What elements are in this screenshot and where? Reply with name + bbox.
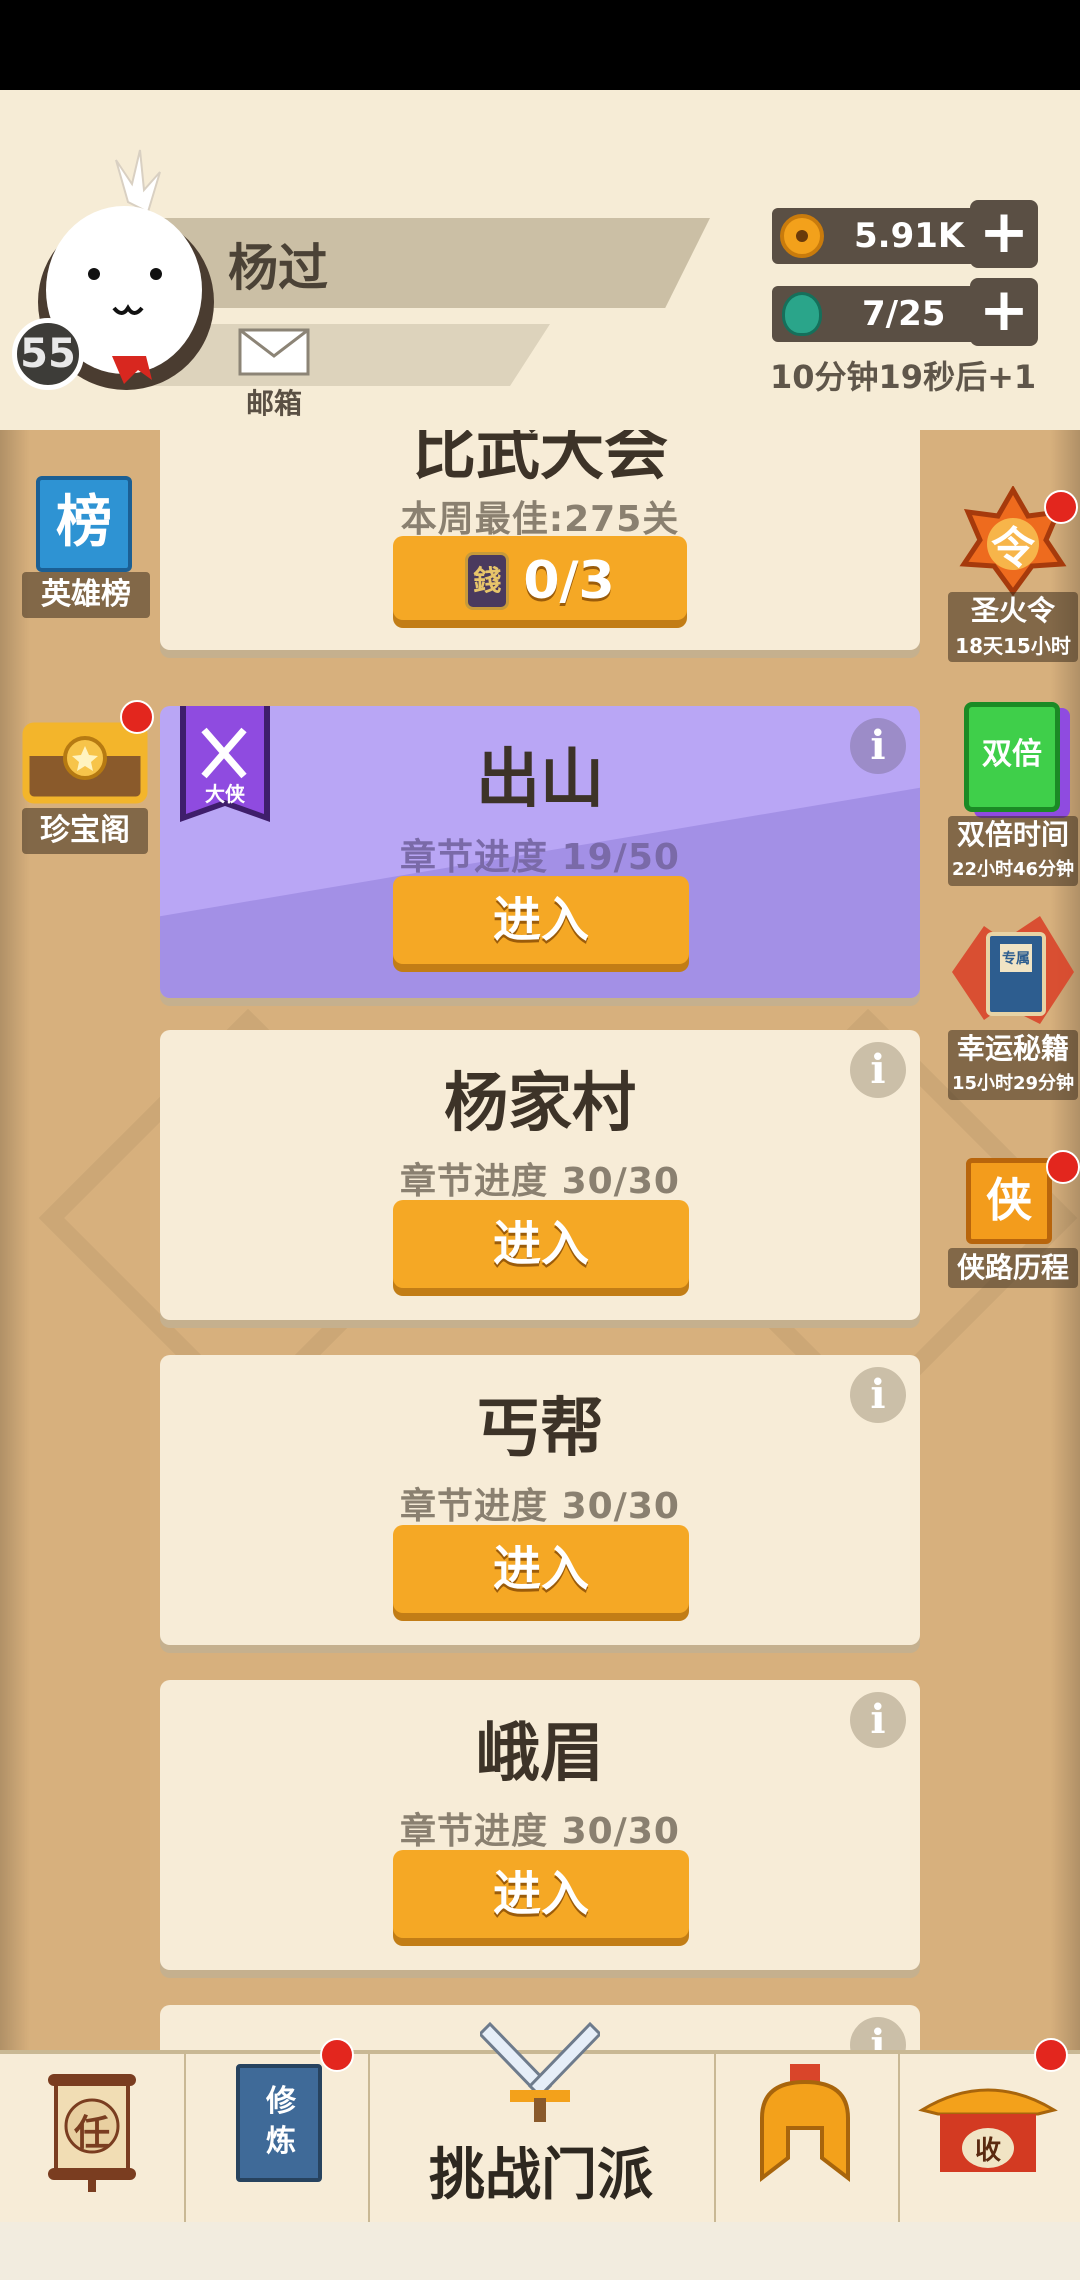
chapter-card: 大侠 出山 章节进度 19/50 进入 i [160,706,920,998]
info-icon[interactable]: i [850,1367,906,1423]
chapter-progress: 章节进度 19/50 [400,837,680,878]
tournament-card: 比武大会 本周最佳:275关 錢 0/3 [160,430,920,650]
envelope-icon [238,328,310,376]
level-value: 55 [20,331,76,377]
tournament-title: 比武大会 [412,430,668,489]
holy-fire-icon-char: 令 [991,523,1035,574]
add-coins-button[interactable]: + [970,200,1038,268]
bottom-nav: 任 修 炼 挑战门派 收 [0,2021,1080,2226]
lucky-book-button[interactable]: 专属 幸运秘籍 15小时29分钟 [946,912,1080,1102]
leaderboard-label: 英雄榜 [22,572,150,618]
cultivate-book-icon: 修 炼 [236,2064,322,2182]
enter-button[interactable]: 进入 [393,1525,689,1613]
crossed-swords-icon [480,2021,600,2122]
holy-fire-label: 圣火令 [948,592,1078,630]
chapter-title: 峨眉 [476,1717,604,1791]
notification-dot [1044,490,1078,524]
ticket-count: 0/3 [523,551,615,611]
double-time-timer: 22小时46分钟 [948,854,1078,886]
coin-value: 5.91K [854,216,965,256]
treasure-button[interactable]: 珍宝阁 [20,696,154,854]
tasks-icon-char: 任 [73,2113,110,2154]
ticket-icon: 錢 [465,552,510,610]
left-shadow [0,430,30,2050]
ticket-char: 錢 [473,564,502,597]
header: 杨过 55 邮箱 5.91K + 7/25 + 10分钟19秒后+1 [0,90,1080,430]
chapter-title: 出山 [476,743,604,817]
tournament-best: 本周最佳:275关 [400,499,680,540]
challenge-label: 挑战门派 [429,2143,653,2208]
info-icon[interactable]: i [850,2017,906,2050]
holy-fire-button[interactable]: 令 圣火令 18天15小时 [946,486,1080,666]
notification-dot [320,2038,354,2072]
tournament-button[interactable]: 錢 0/3 [393,536,687,620]
cultivate-char-1: 修 [266,2084,296,2119]
stamina-timer: 10分钟19秒后+1 [770,358,1037,396]
chapter-progress: 章节进度 30/30 [400,1811,680,1852]
coin-bar: 5.91K [772,208,986,264]
notification-dot [1046,1150,1080,1184]
mail-button[interactable]: 邮箱 [236,326,312,420]
hero-path-button[interactable]: 侠 侠路历程 [946,1130,1080,1290]
chapter-list-area[interactable]: 比武大会 本周最佳:275关 錢 0/3 大侠 出山 章节进度 19/50 进入 … [0,430,1080,2050]
double-time-button[interactable]: 双倍 双倍时间 22小时46分钟 [946,698,1080,886]
coin-icon [780,214,824,258]
chapter-progress: 章节进度 30/30 [400,1486,680,1527]
stamina-icon [782,292,822,336]
double-time-label: 双倍时间 [948,816,1078,854]
info-icon[interactable]: i [850,718,906,774]
leaderboard-icon-char: 榜 [56,490,112,555]
hero-path-icon-char: 侠 [986,1173,1032,1227]
lucky-book-timer: 15小时29分钟 [948,1068,1078,1100]
info-icon[interactable]: i [850,1042,906,1098]
book-icon [952,916,1074,1024]
nav-challenge-sects[interactable]: 挑战门派 [368,2021,716,2226]
nav-cultivate[interactable]: 修 炼 [184,2038,370,2226]
system-nav-bar [0,2222,1080,2280]
holy-fire-timer: 18天15小时 [948,630,1078,662]
mail-label: 邮箱 [245,387,302,420]
enter-button[interactable]: 进入 [393,1200,689,1288]
helmet-icon [760,2064,850,2183]
stamina-bar: 7/25 [772,286,986,342]
treasure-label: 珍宝阁 [22,808,148,854]
collect-icon-char: 收 [974,2136,1001,2166]
notification-dot [120,700,154,734]
leaderboard-icon: 榜 [36,476,132,572]
enter-button[interactable]: 进入 [393,876,689,964]
nav-tasks[interactable]: 任 [0,2054,186,2226]
level-badge: 55 [12,318,84,390]
player-name: 杨过 [228,239,328,297]
hero-path-label: 侠路历程 [948,1248,1078,1288]
chapter-title: 杨家村 [444,1067,636,1141]
lucky-book-icon-text: 专属 [1002,951,1030,967]
cultivate-char-2: 炼 [266,2124,296,2159]
info-icon[interactable]: i [850,1692,906,1748]
chapter-progress: 章节进度 30/30 [400,1161,680,1202]
chapter-card: 丐帮 章节进度 30/30 进入 i [160,1355,920,1645]
double-time-icon-text: 双倍 [982,737,1042,772]
add-stamina-button[interactable]: + [970,278,1038,346]
chapter-title: 丐帮 [476,1392,604,1466]
stamina-value: 7/25 [862,294,946,334]
nav-collect[interactable]: 收 [898,2038,1080,2226]
double-time-icon: 双倍 [964,702,1060,812]
hero-path-icon: 侠 [966,1158,1052,1244]
chapter-card: 峨眉 章节进度 30/30 进入 i [160,1680,920,1970]
status-bar [0,0,1080,90]
enter-button[interactable]: 进入 [393,1850,689,1938]
chapter-card: 杨家村 章节进度 30/30 进入 i [160,1030,920,1320]
leaderboard-button[interactable]: 榜 英雄榜 [22,476,150,626]
lucky-book-label: 幸运秘籍 [948,1030,1078,1068]
nav-equipment[interactable] [714,2054,900,2226]
notification-dot [1034,2038,1068,2072]
